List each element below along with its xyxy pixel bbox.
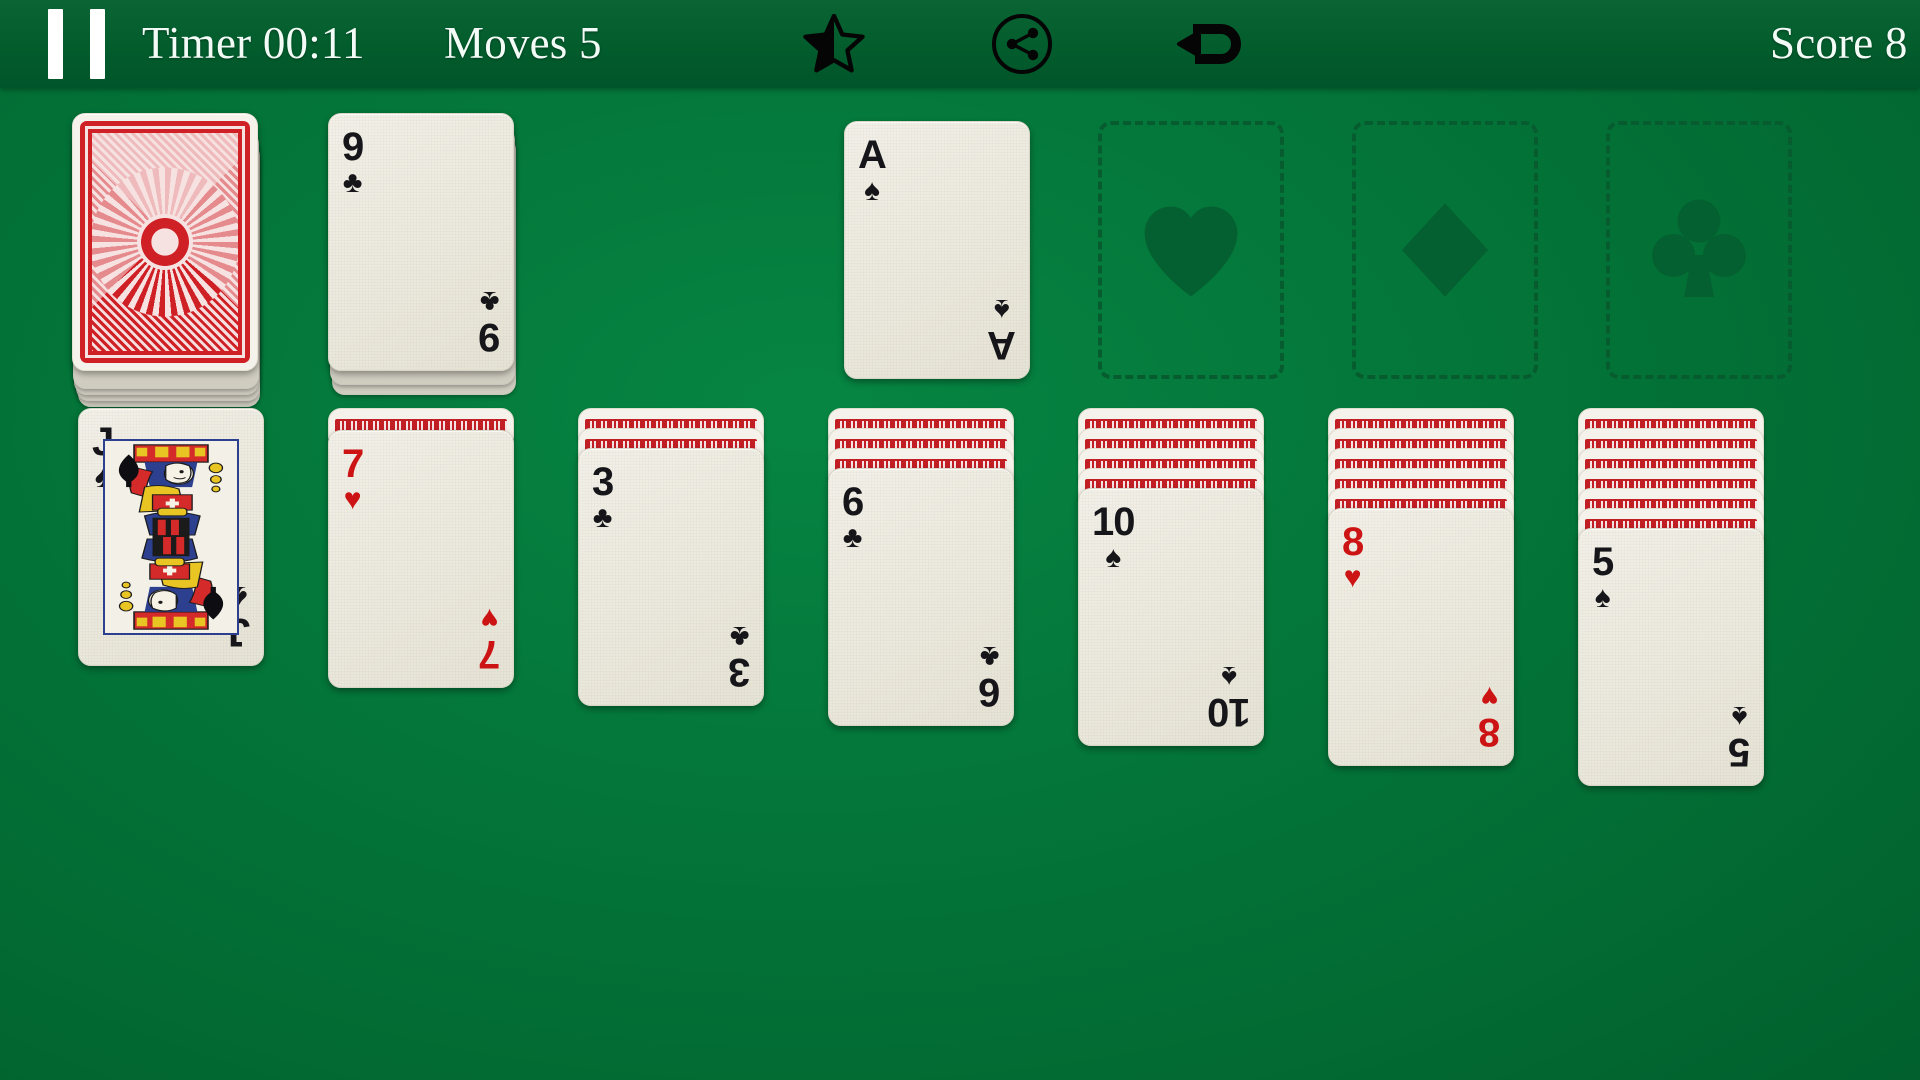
foundation-spades[interactable]: A ♠ A ♠ xyxy=(844,121,1030,379)
card-index-bottom-right: 10 ♠ xyxy=(1207,660,1251,734)
undo-icon[interactable] xyxy=(1168,0,1256,88)
tableau-card-10-spades[interactable]: 10 ♠ 10 ♠ xyxy=(1078,488,1264,746)
card-index-bottom-right: 5 ♠ xyxy=(1728,700,1750,774)
card-suit-hearts-icon-mirrored: ♥ xyxy=(1480,680,1499,713)
card-index-top-left: 3 ♣ xyxy=(592,460,614,534)
game-board: 9 ♣ 9 ♣ A ♠ A ♠ J ♠ 7 ♥ 7 ♥ 3 ♣ 3 ♣ 6 ♣ … xyxy=(0,88,1920,1080)
card-rank: A xyxy=(858,133,887,177)
stock-top-card-back[interactable] xyxy=(72,113,258,371)
card-rank: 10 xyxy=(1092,500,1135,544)
card-rank-mirrored: 7 xyxy=(478,632,500,676)
card-suit-spades-icon: ♠ xyxy=(1594,581,1611,614)
card-suit-hearts-icon: ♥ xyxy=(1343,561,1362,594)
tableau-card-7-hearts[interactable]: 7 ♥ 7 ♥ xyxy=(328,430,514,688)
card-index-top-left: 8 ♥ xyxy=(1342,520,1364,594)
stock-pile[interactable] xyxy=(72,113,260,407)
tableau-column-3[interactable]: 3 ♣ 3 ♣ xyxy=(578,408,764,728)
court-card-artwork xyxy=(103,439,239,635)
card-index-top-left: A ♠ xyxy=(858,133,887,207)
tableau-column-7[interactable]: 5 ♠ 5 ♠ xyxy=(1578,408,1764,808)
half-star-icon[interactable] xyxy=(790,0,878,88)
card-index-top-left: 7 ♥ xyxy=(342,442,364,516)
card-index-top-left: 9 ♣ xyxy=(342,125,364,199)
card-back-rosette xyxy=(137,214,193,270)
timer-label: Timer 00:11 xyxy=(142,18,365,68)
pause-bar-left xyxy=(48,9,63,79)
diamond-icon xyxy=(1401,203,1489,297)
card-rank-mirrored: A xyxy=(988,323,1016,367)
card-suit-spades-icon-mirrored: ♠ xyxy=(1731,700,1748,733)
card-index-bottom-right: 3 ♣ xyxy=(728,620,750,694)
card-suit-hearts-icon: ♥ xyxy=(343,483,362,516)
tableau-card-8-hearts[interactable]: 8 ♥ 8 ♥ xyxy=(1328,508,1514,766)
club-icon xyxy=(1652,199,1746,297)
foundation-diamonds[interactable] xyxy=(1352,121,1538,379)
heart-icon xyxy=(1144,206,1238,297)
tableau-column-2[interactable]: 7 ♥ 7 ♥ xyxy=(328,408,514,708)
card-index-bottom-right: 8 ♥ xyxy=(1478,680,1500,754)
pause-bar-right xyxy=(90,9,105,79)
tableau-column-5[interactable]: 10 ♠ 10 ♠ xyxy=(1078,408,1264,768)
card-suit-clubs-icon: ♣ xyxy=(842,521,863,554)
tableau-card-5-spades[interactable]: 5 ♠ 5 ♠ xyxy=(1578,528,1764,786)
tableau-card-jack-spades[interactable]: J ♠ J ♠ xyxy=(78,408,264,666)
card-rank-mirrored: 10 xyxy=(1207,690,1251,734)
tableau-column-4[interactable]: 6 ♣ 6 ♣ xyxy=(828,408,1014,748)
card-rank-mirrored: 6 xyxy=(978,670,1000,714)
card-rank-mirrored: 3 xyxy=(728,650,750,694)
card-suit-spades-icon: ♠ xyxy=(1105,541,1122,574)
card-suit-spades-icon-mirrored: ♠ xyxy=(1220,660,1237,693)
card-suit-clubs-icon-mirrored: ♣ xyxy=(729,620,750,653)
card-index-bottom-right: 6 ♣ xyxy=(978,640,1000,714)
card-rank: 7 xyxy=(342,442,364,486)
card-rank: 3 xyxy=(592,460,614,504)
card-suit-clubs-icon: ♣ xyxy=(592,501,613,534)
card-index-bottom-right: A ♠ xyxy=(988,293,1016,367)
waste-top-card[interactable]: 9 ♣ 9 ♣ xyxy=(328,113,514,371)
card-suit-spades-icon: ♠ xyxy=(863,174,880,207)
card-back-pattern xyxy=(80,121,250,363)
card-suit-spades-icon-mirrored: ♠ xyxy=(994,293,1011,326)
card-rank: 5 xyxy=(1592,540,1614,584)
game-header-bar: Timer 00:11 Moves 5 Score 8 xyxy=(0,0,1920,88)
tableau-card-3-clubs[interactable]: 3 ♣ 3 ♣ xyxy=(578,448,764,706)
waste-pile[interactable]: 9 ♣ 9 ♣ xyxy=(328,113,516,395)
moves-label: Moves 5 xyxy=(444,18,602,68)
card-rank-mirrored: 9 xyxy=(478,315,500,359)
card-index-bottom-right: 9 ♣ xyxy=(478,285,500,359)
card-index-bottom-right: 7 ♥ xyxy=(478,602,500,676)
foundation-clubs[interactable] xyxy=(1606,121,1792,379)
card-suit-clubs-icon-mirrored: ♣ xyxy=(979,640,1000,673)
card-rank: 8 xyxy=(1342,520,1364,564)
foundation-hearts[interactable] xyxy=(1098,121,1284,379)
card-suit-clubs-icon: ♣ xyxy=(342,166,363,199)
card-rank: 9 xyxy=(342,125,364,169)
tableau-column-1[interactable]: J ♠ J ♠ xyxy=(78,408,264,666)
tableau-column-6[interactable]: 8 ♥ 8 ♥ xyxy=(1328,408,1514,788)
share-icon[interactable] xyxy=(978,0,1066,88)
tableau-card-6-clubs[interactable]: 6 ♣ 6 ♣ xyxy=(828,468,1014,726)
card-rank-mirrored: 5 xyxy=(1728,730,1750,774)
score-label: Score 8 xyxy=(1770,18,1908,68)
card-index-top-left: 6 ♣ xyxy=(842,480,864,554)
card-suit-clubs-icon-mirrored: ♣ xyxy=(479,285,500,318)
card-rank: 6 xyxy=(842,480,864,524)
pause-button[interactable] xyxy=(28,6,125,82)
card-index-top-left: 10 ♠ xyxy=(1092,502,1135,573)
card-suit-hearts-icon-mirrored: ♥ xyxy=(480,602,499,635)
card-rank-mirrored: 8 xyxy=(1478,710,1500,754)
card-index-top-left: 5 ♠ xyxy=(1592,540,1614,614)
